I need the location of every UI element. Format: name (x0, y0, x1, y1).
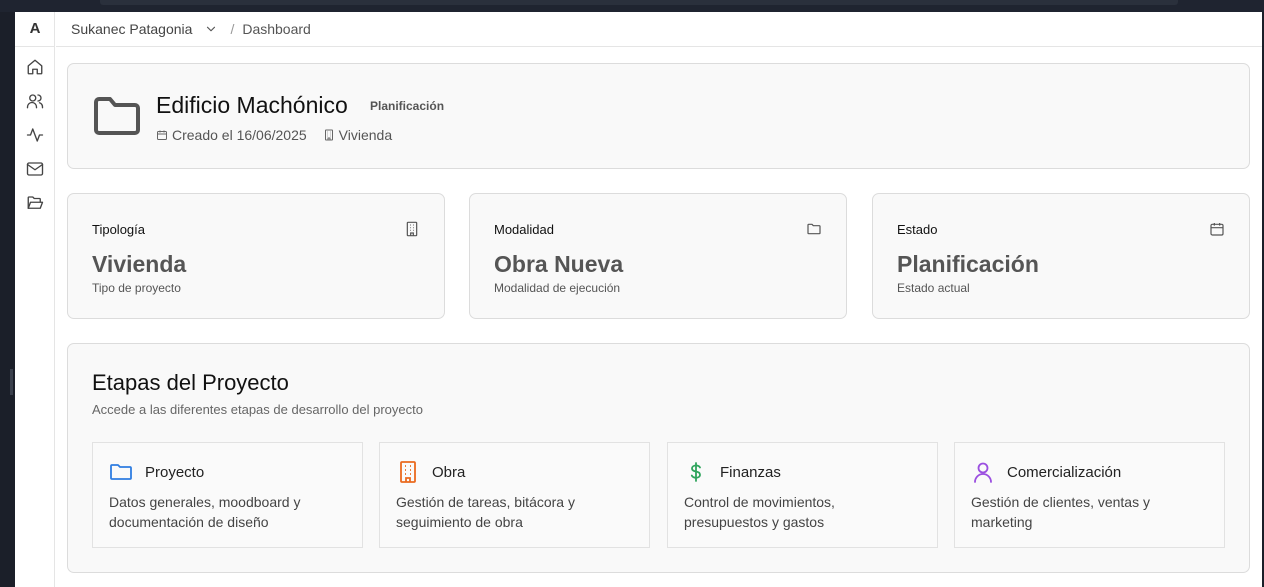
project-stages-card: Etapas del Proyecto Accede a las diferen… (67, 343, 1250, 573)
stat-label: Estado (897, 222, 938, 237)
stat-subtitle: Tipo de proyecto (92, 281, 181, 295)
stat-card-modalidad: Modalidad Obra Nueva Modalidad de ejecuc… (469, 193, 847, 319)
status-badge: Planificación (370, 99, 445, 113)
stat-card-estado: Estado Planificación Estado actual (872, 193, 1250, 319)
project-type-label: Vivienda (338, 127, 393, 143)
section-title: Etapas del Proyecto (92, 370, 289, 395)
main-content: Edificio Machónico Planificación Creado … (56, 48, 1262, 587)
stage-card-comercializacion[interactable]: Comercialización Gestión de clientes, ve… (954, 442, 1225, 548)
stat-subtitle: Estado actual (897, 281, 970, 295)
users-icon[interactable] (26, 92, 44, 110)
org-switcher-label[interactable]: Sukanec Patagonia (71, 21, 192, 37)
resize-grip[interactable] (10, 369, 13, 395)
stage-description: Gestión de tareas, bitácora y seguimient… (396, 494, 575, 530)
breadcrumb-current: Dashboard (242, 21, 311, 37)
stat-label: Tipología (92, 222, 145, 237)
stage-description: Gestión de clientes, ventas y marketing (971, 494, 1150, 530)
stage-name: Proyecto (145, 464, 205, 481)
app-logo[interactable]: A (15, 20, 55, 37)
project-type: Vivienda (323, 127, 392, 143)
project-header-card: Edificio Machónico Planificación Creado … (67, 63, 1250, 169)
page-title: Edificio Machónico (156, 92, 348, 118)
stat-value: Vivienda (92, 251, 187, 277)
app-window: A Sukanec Patagonia / Dashboard Edificio… (15, 12, 1262, 587)
stat-value: Obra Nueva (494, 251, 624, 277)
stat-card-tipologia: Tipología Vivienda Tipo de proyecto (67, 193, 445, 319)
section-description: Accede a las diferentes etapas de desarr… (92, 402, 423, 417)
stage-description: Control de movimientos, presupuestos y g… (684, 494, 835, 530)
stage-name: Finanzas (720, 464, 781, 481)
stage-card-proyecto[interactable]: Proyecto Datos generales, moodboard y do… (92, 442, 363, 548)
mail-icon[interactable] (26, 160, 44, 178)
window-left-edge (0, 12, 15, 587)
activity-icon[interactable] (26, 126, 44, 144)
stat-label: Modalidad (494, 222, 554, 237)
folder-icon (807, 223, 821, 235)
building-icon (324, 129, 333, 141)
stage-card-finanzas[interactable]: Finanzas Control de movimientos, presupu… (667, 442, 938, 548)
window-top-strip (0, 0, 1264, 12)
folder-open-icon[interactable] (26, 194, 44, 212)
project-folder-icon (94, 97, 140, 135)
calendar-icon (157, 130, 167, 140)
chevron-down-icon[interactable] (204, 22, 218, 36)
building-icon (400, 461, 416, 483)
home-icon[interactable] (26, 58, 44, 76)
breadcrumb: Sukanec Patagonia / Dashboard (56, 12, 1262, 47)
sidebar-divider (15, 46, 55, 47)
window-top-bar (100, 0, 1178, 5)
project-meta: Creado el 16/06/2025 Vivienda (156, 127, 392, 143)
stage-name: Comercialización (1007, 464, 1122, 481)
stage-card-obra[interactable]: Obra Gestión de tareas, bitácora y segui… (379, 442, 650, 548)
stat-value: Planificación (897, 251, 1039, 277)
calendar-icon (1210, 223, 1224, 236)
created-date: Creado el 16/06/2025 (172, 127, 307, 143)
user-icon (974, 462, 992, 483)
folder-icon (110, 464, 132, 480)
stage-description: Datos generales, moodboard y documentaci… (109, 494, 301, 530)
dollar-icon (690, 462, 701, 482)
building-icon (406, 221, 418, 237)
breadcrumb-separator: / (230, 21, 235, 37)
stage-name: Obra (432, 464, 466, 481)
sidebar: A (15, 12, 55, 587)
stat-subtitle: Modalidad de ejecución (494, 281, 621, 295)
